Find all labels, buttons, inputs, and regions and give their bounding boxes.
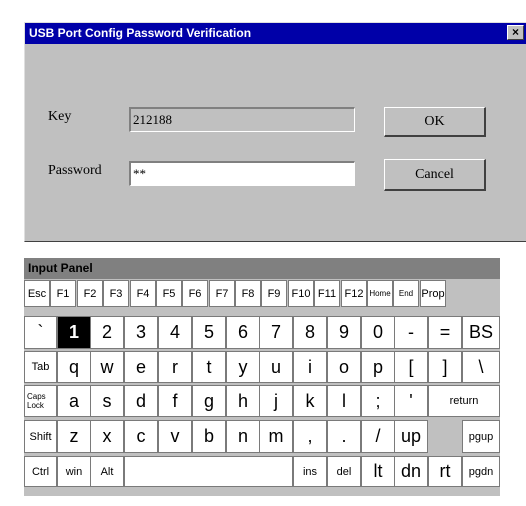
key-m[interactable]: m xyxy=(259,420,293,453)
key-6[interactable]: 6 xyxy=(226,316,260,349)
key-symbol[interactable]: - xyxy=(394,316,428,349)
key-f7[interactable]: F7 xyxy=(209,280,235,307)
key-symbol[interactable]: [ xyxy=(394,351,428,383)
key-f2[interactable]: F2 xyxy=(77,280,103,307)
key-symbol[interactable]: . xyxy=(327,420,361,453)
key-f5[interactable]: F5 xyxy=(156,280,182,307)
input-panel: Input Panel Esc F1 F2 F3 F4 F5 F6 F7 F8 F9 F10 F11 F… xyxy=(24,258,500,496)
key-c[interactable]: c xyxy=(124,420,158,453)
key-9[interactable]: 9 xyxy=(327,316,361,349)
key-g[interactable]: g xyxy=(192,385,226,417)
dialog-titlebar: USB Port Config Password Verification × xyxy=(25,23,526,44)
key-alt[interactable]: Alt xyxy=(90,456,124,487)
key-symbol[interactable]: ] xyxy=(428,351,462,383)
key-symbol[interactable]: , xyxy=(293,420,327,453)
key-a[interactable]: a xyxy=(57,385,91,417)
key-end[interactable]: End xyxy=(393,280,419,307)
key-del[interactable]: del xyxy=(327,456,361,487)
close-button[interactable]: × xyxy=(507,25,524,40)
key-lt[interactable]: lt xyxy=(361,456,395,487)
key-1[interactable]: 1 xyxy=(57,316,91,349)
key-h[interactable]: h xyxy=(226,385,260,417)
key-symbol[interactable]: ' xyxy=(394,385,428,417)
key-k[interactable]: k xyxy=(293,385,327,417)
key-bs[interactable]: BS xyxy=(462,316,500,349)
key-label: Key xyxy=(48,109,72,124)
key-symbol[interactable]: / xyxy=(361,420,395,453)
key-symbol[interactable]: ; xyxy=(361,385,395,417)
key-f11[interactable]: F11 xyxy=(314,280,340,307)
cancel-button[interactable]: Cancel xyxy=(384,159,486,191)
key-up[interactable]: up xyxy=(394,420,428,453)
key-f4[interactable]: F4 xyxy=(130,280,156,307)
key-symbol[interactable]: = xyxy=(428,316,462,349)
key-f10[interactable]: F10 xyxy=(288,280,314,307)
key-x[interactable]: x xyxy=(90,420,124,453)
key-r[interactable]: r xyxy=(158,351,192,383)
ok-button[interactable]: OK xyxy=(384,107,486,137)
key-5[interactable]: 5 xyxy=(192,316,226,349)
key-l[interactable]: l xyxy=(327,385,361,417)
key-home[interactable]: Home xyxy=(367,280,393,307)
key-prop[interactable]: Prop xyxy=(420,280,446,307)
input-panel-title: Input Panel xyxy=(24,258,500,279)
key-f6[interactable]: F6 xyxy=(182,280,208,307)
key-rt[interactable]: rt xyxy=(428,456,462,487)
key-q[interactable]: q xyxy=(57,351,91,383)
key-symbol[interactable]: ` xyxy=(24,316,57,349)
key-t[interactable]: t xyxy=(192,351,226,383)
password-dialog: USB Port Config Password Verification × … xyxy=(24,22,526,242)
key-esc[interactable]: Esc xyxy=(24,280,50,307)
dialog-title: USB Port Config Password Verification xyxy=(29,26,252,40)
key-8[interactable]: 8 xyxy=(293,316,327,349)
key-tab[interactable]: Tab xyxy=(24,351,57,383)
key-p[interactable]: p xyxy=(361,351,395,383)
key-u[interactable]: u xyxy=(259,351,293,383)
key-pgup[interactable]: pgup xyxy=(462,420,500,453)
key-4[interactable]: 4 xyxy=(158,316,192,349)
key-y[interactable]: y xyxy=(226,351,260,383)
key-dn[interactable]: dn xyxy=(394,456,428,487)
key-symbol[interactable]: \ xyxy=(462,351,500,383)
key-n[interactable]: n xyxy=(226,420,260,453)
key-z[interactable]: z xyxy=(57,420,91,453)
key-f8[interactable]: F8 xyxy=(235,280,261,307)
key-0[interactable]: 0 xyxy=(361,316,395,349)
key-return[interactable]: return xyxy=(428,385,500,417)
key-o[interactable]: o xyxy=(327,351,361,383)
key-ins[interactable]: ins xyxy=(293,456,327,487)
key-f[interactable]: f xyxy=(158,385,192,417)
key-i[interactable]: i xyxy=(293,351,327,383)
key-shift[interactable]: Shift xyxy=(24,420,57,453)
key-ctrl[interactable]: Ctrl xyxy=(24,456,57,487)
key-s[interactable]: s xyxy=(90,385,124,417)
key-7[interactable]: 7 xyxy=(259,316,293,349)
key-j[interactable]: j xyxy=(259,385,293,417)
key-v[interactable]: v xyxy=(158,420,192,453)
password-label: Password xyxy=(48,163,102,178)
key-3[interactable]: 3 xyxy=(124,316,158,349)
key-space[interactable] xyxy=(124,456,293,487)
key-win[interactable]: win xyxy=(57,456,91,487)
password-field[interactable]: ** xyxy=(129,161,355,186)
key-2[interactable]: 2 xyxy=(90,316,124,349)
key-w[interactable]: w xyxy=(90,351,124,383)
key-f12[interactable]: F12 xyxy=(341,280,367,307)
key-field: 212188 xyxy=(129,107,355,132)
key-f9[interactable]: F9 xyxy=(261,280,287,307)
key-e[interactable]: e xyxy=(124,351,158,383)
key-capslock[interactable]: Caps Lock xyxy=(24,385,57,417)
key-pgdn[interactable]: pgdn xyxy=(462,456,500,487)
key-b[interactable]: b xyxy=(192,420,226,453)
key-f3[interactable]: F3 xyxy=(103,280,129,307)
key-f1[interactable]: F1 xyxy=(50,280,76,307)
key-d[interactable]: d xyxy=(124,385,158,417)
